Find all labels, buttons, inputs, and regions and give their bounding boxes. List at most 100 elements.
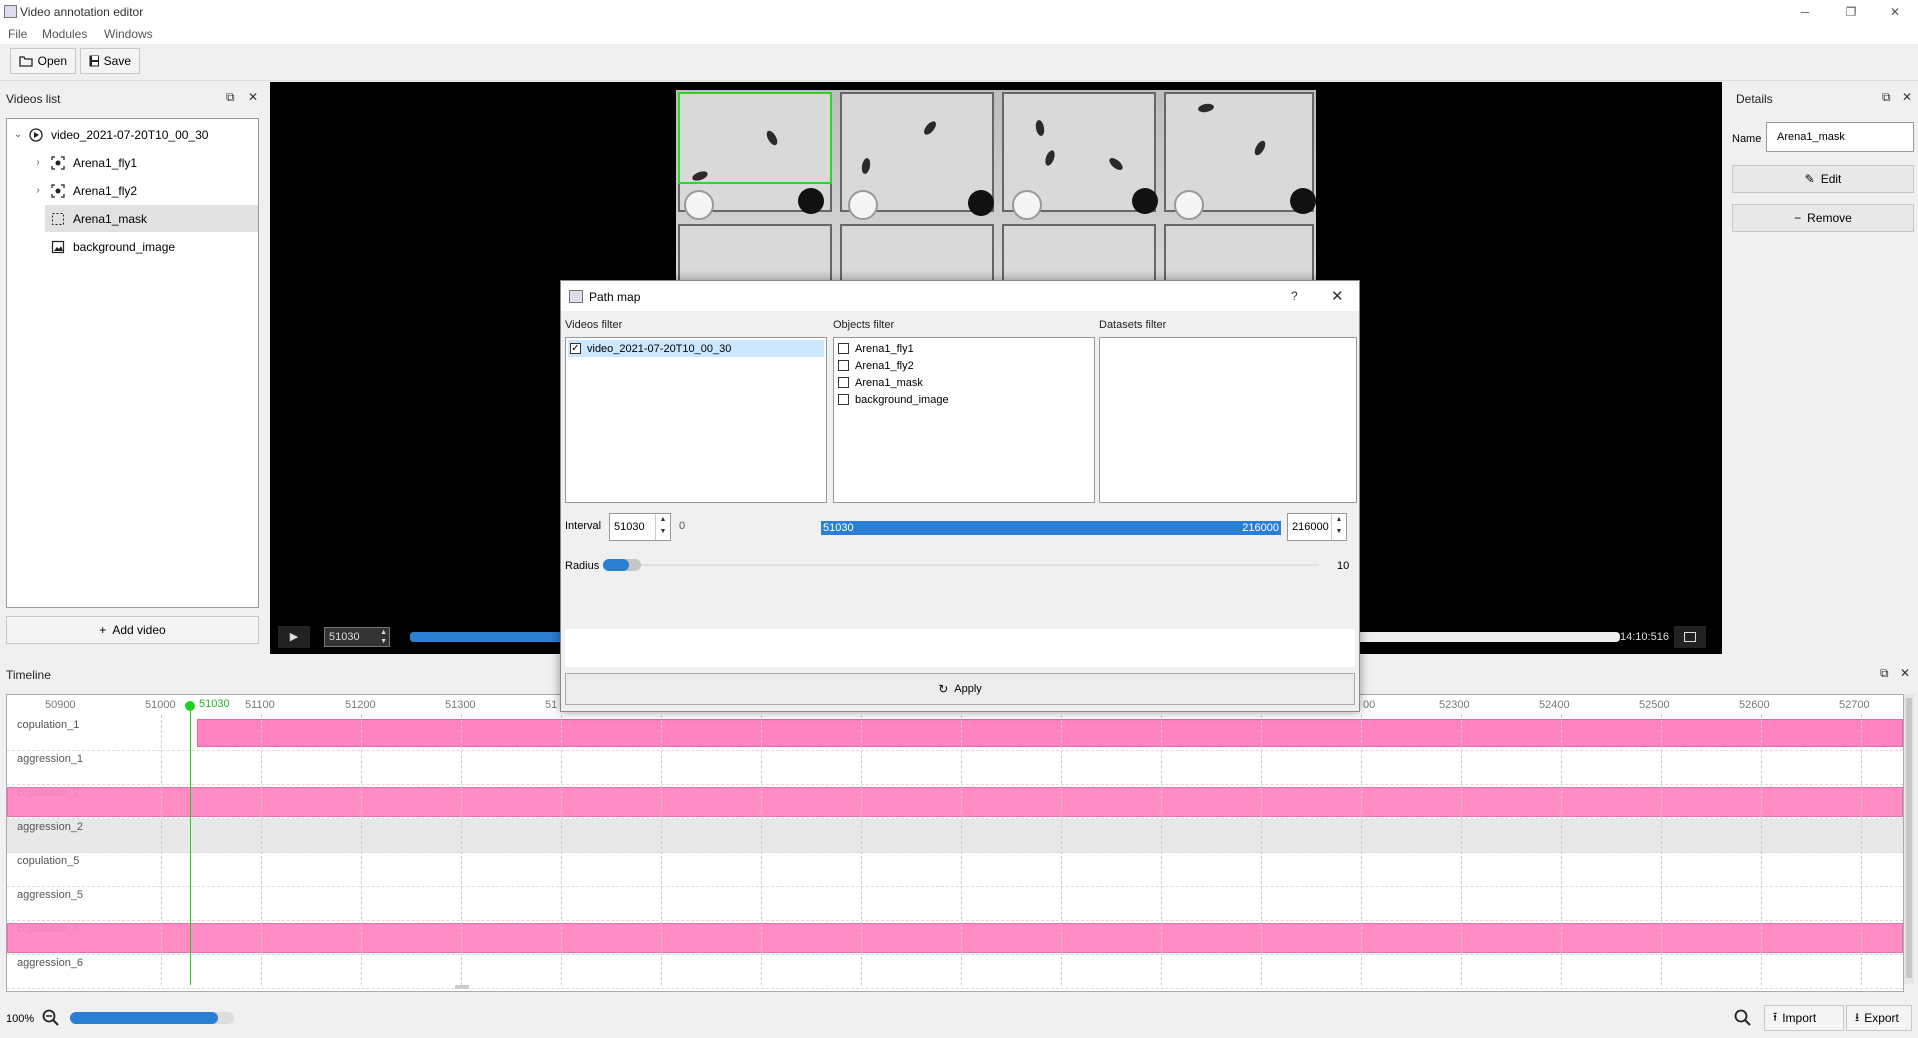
- open-button[interactable]: Open: [10, 48, 76, 74]
- annotation-bar[interactable]: [7, 787, 1903, 817]
- import-label: Import: [1782, 1011, 1817, 1025]
- menu-modules[interactable]: Modules: [42, 27, 87, 41]
- toolbar: Open Save: [0, 44, 1918, 81]
- annotation-bar[interactable]: [7, 923, 1903, 953]
- checkbox-icon[interactable]: [838, 360, 849, 371]
- export-button[interactable]: ⭳ Export: [1846, 1005, 1912, 1031]
- undock-icon[interactable]: ⧉: [1880, 666, 1889, 681]
- apply-icon: ↻: [938, 682, 949, 696]
- timeline-title: Timeline: [6, 668, 51, 682]
- row-label: copulation_5: [17, 855, 80, 867]
- range-start-label: 51030: [823, 522, 854, 534]
- add-video-label: Add video: [112, 623, 166, 637]
- add-video-button[interactable]: + Add video: [6, 616, 259, 644]
- zoom-out-icon[interactable]: [42, 1009, 60, 1027]
- timeline-row[interactable]: aggression_1: [7, 751, 1903, 785]
- tree-label: Arena1_mask: [73, 211, 148, 226]
- objects-filter-list: Arena1_fly1 Arena1_fly2 Arena1_mask back…: [833, 337, 1095, 503]
- help-button[interactable]: ?: [1291, 289, 1298, 303]
- spin-arrows-icon[interactable]: ▲ ▼: [655, 514, 670, 540]
- close-window-icon[interactable]: ✕: [1882, 2, 1908, 22]
- scroll-handle[interactable]: [455, 985, 469, 989]
- remove-button[interactable]: − Remove: [1732, 204, 1914, 232]
- edit-button[interactable]: ✎ Edit: [1732, 165, 1914, 193]
- apply-label: Apply: [954, 683, 982, 695]
- videos-panel-header: Videos list ⧉ ✕: [0, 88, 266, 108]
- zoom-in-icon[interactable]: [1734, 1009, 1752, 1027]
- restore-icon[interactable]: ❐: [1838, 2, 1864, 22]
- selection-box[interactable]: [678, 92, 832, 184]
- chevron-down-icon[interactable]: ⌄: [11, 129, 25, 140]
- frame-spinbox[interactable]: 51030 ▲ ▼: [324, 627, 390, 647]
- save-button[interactable]: Save: [80, 48, 140, 74]
- video-frame: [676, 90, 1316, 282]
- minimize-icon[interactable]: ─: [1792, 2, 1818, 22]
- tree-item-background[interactable]: background_image: [45, 233, 258, 260]
- object-filter-item[interactable]: Arena1_fly1: [838, 340, 914, 357]
- minus-icon: −: [1794, 211, 1802, 225]
- videos-filter-label: Videos filter: [565, 319, 623, 331]
- apply-button[interactable]: ↻ Apply: [565, 673, 1355, 705]
- tree-item-fly1[interactable]: › Arena1_fly1: [7, 149, 258, 176]
- target-icon: [51, 183, 65, 198]
- annotation-bar[interactable]: [197, 719, 1903, 747]
- interval-start-spinbox[interactable]: 51030 ▲ ▼: [609, 513, 671, 541]
- undock-icon[interactable]: ⧉: [1882, 90, 1891, 105]
- undock-icon[interactable]: ⧉: [226, 90, 235, 105]
- import-button[interactable]: ⭱ Import: [1764, 1005, 1844, 1031]
- radius-slider-handle[interactable]: [603, 559, 641, 571]
- datasets-filter-list[interactable]: [1099, 337, 1357, 503]
- dashed-square-icon: [51, 212, 65, 226]
- playhead-line[interactable]: [190, 705, 191, 985]
- timeline-row[interactable]: aggression_5: [7, 887, 1903, 921]
- tree-item-fly2[interactable]: › Arena1_fly2: [7, 177, 258, 204]
- range-slider[interactable]: 51030 216000: [821, 513, 1281, 541]
- object-filter-item[interactable]: Arena1_mask: [838, 374, 923, 391]
- checkbox-icon[interactable]: [838, 377, 849, 388]
- tick-label: 00: [1363, 699, 1376, 711]
- checkbox-checked-icon[interactable]: ✓: [570, 343, 581, 354]
- menu-windows[interactable]: Windows: [104, 27, 153, 41]
- title-bar: Video annotation editor ─ ❐ ✕: [0, 0, 1918, 24]
- row-label: aggression_5: [17, 889, 84, 901]
- timeline-row[interactable]: aggression_6: [7, 955, 1903, 989]
- object-filter-item[interactable]: background_image: [838, 391, 949, 408]
- play-icon[interactable]: ▶: [278, 626, 310, 648]
- menu-file[interactable]: File: [8, 27, 27, 41]
- chevron-right-icon[interactable]: ›: [31, 157, 45, 168]
- fullscreen-button[interactable]: [1674, 626, 1706, 648]
- playhead-handle[interactable]: [185, 701, 195, 711]
- scrollbar-thumb[interactable]: [1906, 698, 1912, 978]
- details-title: Details: [1736, 92, 1773, 106]
- spin-arrows-icon[interactable]: ▲ ▼: [380, 628, 387, 646]
- timeline-scrollbar[interactable]: [1904, 694, 1914, 984]
- name-field[interactable]: Arena1_mask: [1766, 122, 1914, 152]
- play-circle-icon: [29, 127, 43, 142]
- zoom-level: 100%: [6, 1013, 35, 1025]
- tree-item-mask[interactable]: Arena1_mask: [45, 205, 258, 232]
- playhead-label: 51030: [199, 698, 230, 710]
- checkbox-icon[interactable]: [838, 343, 849, 354]
- radius-slider[interactable]: [603, 564, 1319, 566]
- interval-end-spinbox[interactable]: 216000 ▲ ▼: [1287, 513, 1347, 541]
- timeline-row[interactable]: copulation_5: [7, 853, 1903, 887]
- tick-label: 52300: [1439, 699, 1470, 711]
- checkbox-icon[interactable]: [838, 394, 849, 405]
- chevron-right-icon[interactable]: ›: [31, 185, 45, 196]
- close-panel-icon[interactable]: ✕: [1902, 90, 1912, 104]
- close-dialog-icon[interactable]: ✕: [1331, 287, 1344, 305]
- tree-item-video[interactable]: ⌄ video_2021-07-20T10_00_30: [7, 121, 258, 148]
- menu-bar: File Modules Windows: [0, 24, 1918, 44]
- fullscreen-icon: [1684, 632, 1696, 642]
- video-filter-item[interactable]: ✓ video_2021-07-20T10_00_30: [570, 340, 731, 357]
- close-panel-icon[interactable]: ✕: [1900, 666, 1910, 680]
- spin-arrows-icon[interactable]: ▲ ▼: [1331, 514, 1346, 540]
- timeline-row[interactable]: aggression_2: [7, 819, 1903, 853]
- interval-end-value: 216000: [1292, 521, 1329, 533]
- close-panel-icon[interactable]: ✕: [248, 90, 258, 104]
- zoom-slider[interactable]: [70, 1012, 234, 1024]
- tick-label: 52600: [1739, 699, 1770, 711]
- interval-label: Interval: [565, 520, 602, 532]
- object-filter-item[interactable]: Arena1_fly2: [838, 357, 914, 374]
- timeline-view[interactable]: 50900 51000 51100 51200 51300 51 00 5230…: [6, 694, 1904, 992]
